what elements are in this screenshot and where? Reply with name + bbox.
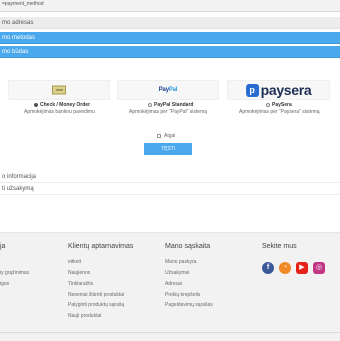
facebook-icon[interactable]: f: [262, 262, 274, 274]
footer-col3-link[interactable]: Užsakymai: [165, 270, 189, 276]
payment-option-paypal[interactable]: PayPal Standard: [148, 102, 193, 108]
step-payment[interactable]: mo būdas: [0, 46, 340, 58]
footer-col2-title: Klientų aptarnavimas: [68, 243, 134, 250]
footer-col2-link[interactable]: Neseniai žiūrėti produktai: [68, 292, 124, 298]
radio-paysera[interactable]: [266, 103, 270, 107]
radio-check[interactable]: [34, 103, 38, 107]
footer-divider: [0, 332, 340, 333]
payment-method-paypal[interactable]: PayPal: [117, 80, 219, 100]
payment-desc-paysera: Apmokėjimas per "Paysera" sistemą: [239, 109, 320, 115]
step-address[interactable]: mo adresas: [0, 17, 340, 29]
agree-checkbox[interactable]: [157, 134, 161, 138]
step-shipping[interactable]: mo metodas: [0, 32, 340, 44]
paypal-logo: PayPal: [158, 87, 178, 93]
rss-icon[interactable]: ◔: [279, 262, 291, 274]
footer-col3-link[interactable]: Mano paskyra: [165, 259, 196, 265]
step-confirm[interactable]: ti užsakymą: [0, 183, 340, 195]
step-info-label: o informacija: [2, 174, 37, 180]
payment-method-paysera[interactable]: p paysera: [227, 80, 330, 100]
agree-label: Atgal: [164, 133, 176, 139]
step-shipping-label: mo metodas: [2, 35, 36, 41]
url-bar[interactable]: =payment_method: [0, 0, 340, 12]
step-payment-label: mo būdas: [2, 49, 29, 55]
footer-col1-title: ja: [0, 243, 6, 250]
footer-col1-link[interactable]: igos: [0, 281, 9, 287]
instagram-icon[interactable]: ◎: [313, 262, 325, 274]
payment-desc-check: Apmokėjimas banknu pavedimu: [24, 109, 95, 115]
check-icon: [52, 85, 66, 95]
footer-col2-link[interactable]: Tinklaraštis: [68, 281, 93, 287]
radio-paypal[interactable]: [148, 103, 152, 107]
step-confirm-label: ti užsakymą: [2, 186, 34, 192]
url-text: =payment_method: [2, 1, 44, 7]
youtube-icon[interactable]: ▶: [296, 262, 308, 274]
step-address-label: mo adresas: [2, 20, 34, 26]
continue-button[interactable]: TĘSTI: [144, 143, 192, 155]
footer-col2-link[interactable]: Palyginti produktų sąrašą: [68, 302, 124, 308]
footer-col1-link[interactable]: iy grąžinimas: [0, 270, 29, 276]
paysera-wordmark: paysera: [260, 82, 312, 98]
footer-col2-link[interactable]: Nauji produktai: [68, 313, 101, 319]
payment-option-paysera[interactable]: PaySera: [266, 102, 292, 108]
payment-desc-paypal: Apmokėjimas per "PayPal" sistemą: [129, 109, 208, 115]
agree-option[interactable]: Atgal: [157, 133, 175, 139]
paysera-logo: p paysera: [245, 82, 312, 98]
payment-method-check[interactable]: [8, 80, 110, 100]
footer-col2-link[interactable]: eitkeit: [68, 259, 81, 265]
step-info[interactable]: o informacija: [0, 171, 340, 183]
footer-col3-title: Mano sąskaita: [165, 243, 211, 250]
footer-col3-link[interactable]: Pageidavimų sąrašas: [165, 302, 213, 308]
payment-option-check[interactable]: Check / Money Order: [34, 102, 90, 108]
footer-col3-link[interactable]: Adresai: [165, 281, 182, 287]
footer-col3-link[interactable]: Prekių krepšelis: [165, 292, 200, 298]
paysera-icon: p: [245, 83, 259, 97]
footer-col2-link[interactable]: Naujienos: [68, 270, 90, 276]
footer-col4-title: Sekite mus: [262, 243, 297, 250]
